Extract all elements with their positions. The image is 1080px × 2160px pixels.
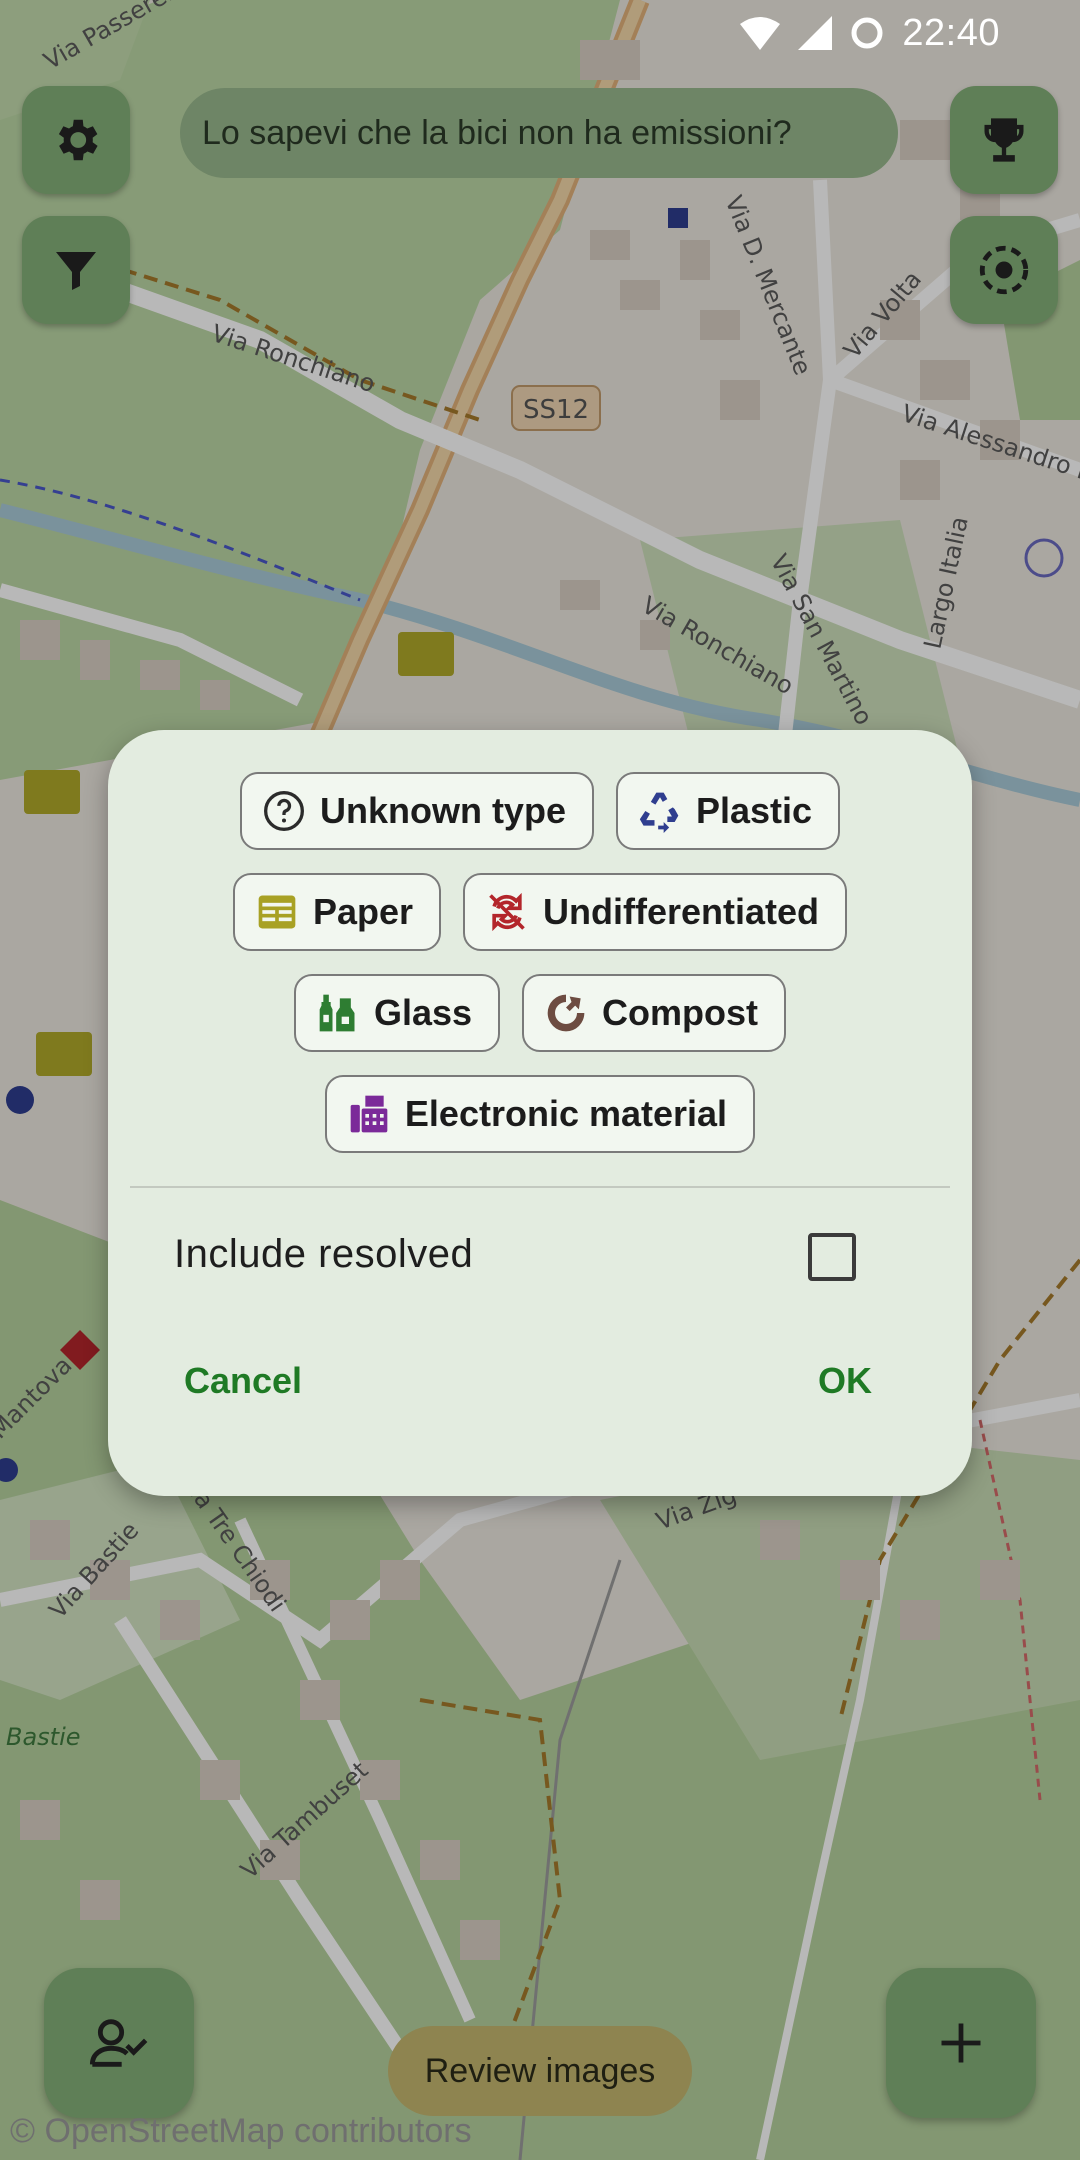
clock: 22:40: [902, 11, 1000, 54]
no-recycle-icon: [485, 890, 529, 934]
chip-label: Paper: [312, 891, 414, 932]
filter-dialog: Unknown type Plastic Paper Undifferentia…: [108, 730, 972, 1496]
chip-glass[interactable]: Glass: [293, 974, 501, 1052]
trophy-icon: [984, 118, 1024, 162]
chip-label: Unknown type: [319, 790, 566, 831]
profile-review-button[interactable]: [44, 1968, 194, 2118]
sync-circle-icon: [851, 17, 883, 49]
wifi-icon: [740, 17, 781, 50]
funnel-icon: [56, 252, 96, 290]
plus-icon: [941, 2023, 981, 2063]
achievements-button[interactable]: [950, 86, 1058, 194]
tip-banner: Lo sapevi che la bici non ha emissioni?: [180, 88, 898, 178]
chip-label: Undifferentiated: [543, 891, 820, 932]
dialog-divider: [130, 1186, 950, 1188]
ok-button[interactable]: OK: [818, 1360, 872, 1402]
map-attribution: © OpenStreetMap contributors: [10, 2112, 472, 2150]
fax-icon: [347, 1092, 391, 1136]
question-circle-icon: [262, 789, 306, 833]
review-images-button[interactable]: Review images: [388, 2026, 692, 2116]
gear-icon: [58, 119, 98, 161]
chip-undifferentiated[interactable]: Undifferentiated: [463, 873, 848, 951]
include-resolved-label: Include resolved: [174, 1232, 474, 1276]
paper-icon: [255, 890, 299, 934]
chip-compost[interactable]: Compost: [522, 974, 787, 1052]
waste-type-chips: Unknown type Plastic Paper Undifferentia…: [108, 772, 972, 1176]
chip-label: Glass: [373, 992, 473, 1033]
chip-paper[interactable]: Paper: [232, 873, 442, 951]
chip-label: Electronic material: [404, 1093, 728, 1134]
chip-label: Compost: [602, 992, 759, 1033]
chip-unknown-type[interactable]: Unknown type: [239, 772, 594, 850]
compost-icon: [544, 991, 588, 1035]
bottles-icon: [316, 991, 360, 1035]
include-resolved-checkbox[interactable]: [808, 1233, 856, 1281]
cell-signal-icon: [798, 16, 833, 50]
cancel-button[interactable]: Cancel: [184, 1360, 302, 1402]
chip-label: Plastic: [695, 790, 813, 831]
gps-target-icon: [979, 245, 1029, 295]
filter-button[interactable]: [22, 216, 130, 324]
locate-me-button[interactable]: [950, 216, 1058, 324]
status-bar: 22:40: [740, 0, 1080, 66]
person-check-icon: [89, 2019, 148, 2067]
add-report-button[interactable]: [886, 1968, 1036, 2118]
settings-button[interactable]: [22, 86, 130, 194]
recycle-icon: [638, 789, 682, 833]
chip-electronic-material[interactable]: Electronic material: [324, 1075, 756, 1153]
chip-plastic[interactable]: Plastic: [615, 772, 841, 850]
